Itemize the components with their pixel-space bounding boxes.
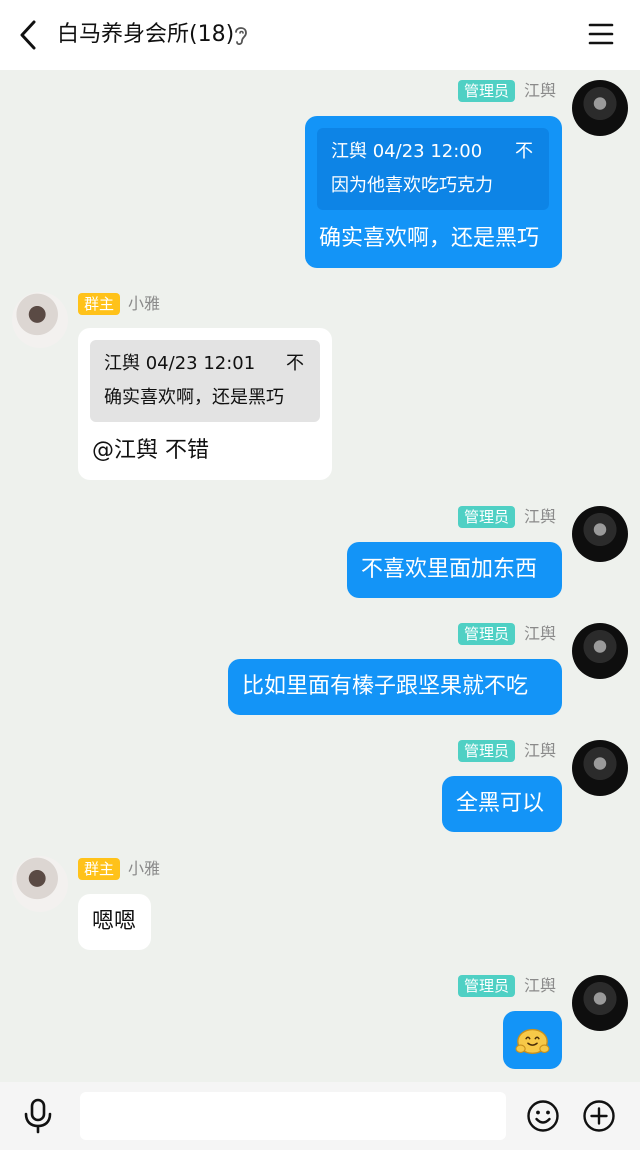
smiling-face-sticker-icon[interactable]: [514, 1024, 551, 1057]
message-bubble[interactable]: 不喜欢里面加东西: [347, 542, 562, 598]
sender-name: 江舆: [524, 976, 557, 995]
quote-text: 确实喜欢啊，还是黑巧: [104, 387, 284, 408]
message-bubble[interactable]: 江舆 04/23 12:00 不 因为他喜欢吃巧克力 确实喜欢啊，还是黑巧: [305, 116, 562, 268]
message-bubble[interactable]: [503, 1011, 562, 1069]
admin-badge: 管理员: [458, 975, 516, 997]
message-bubble[interactable]: 江舆 04/23 12:01 不 确实喜欢啊，还是黑巧 @江舆 不错: [78, 328, 332, 480]
message-text: 嗯嗯: [92, 909, 137, 934]
message-text: 不喜欢里面加东西: [361, 557, 538, 582]
group-title[interactable]: 白马养身会所(18): [57, 20, 234, 50]
admin-badge: 管理员: [458, 740, 516, 762]
message-bubble[interactable]: 嗯嗯: [78, 894, 151, 950]
chat-header: 白马养身会所(18): [0, 0, 640, 70]
quote-meta: 江舆 04/23 12:00: [331, 141, 483, 162]
message-bubble[interactable]: 全黑可以: [442, 776, 562, 832]
message-text: 确实喜欢啊，还是黑巧: [319, 226, 540, 251]
owner-badge: 群主: [78, 293, 121, 315]
admin-badge: 管理员: [458, 623, 516, 645]
sender-name: 江舆: [524, 624, 557, 643]
avatar[interactable]: [572, 740, 628, 796]
plus-circle-icon[interactable]: [582, 1099, 616, 1133]
avatar[interactable]: [12, 856, 68, 912]
sender-name: 小雅: [128, 859, 161, 878]
sender-name: 江舆: [524, 81, 557, 100]
smiley-icon[interactable]: [526, 1099, 560, 1133]
avatar[interactable]: [12, 292, 68, 348]
message-text: 比如里面有榛子跟坚果就不吃: [242, 674, 529, 699]
back-chevron-icon[interactable]: [14, 18, 44, 52]
avatar[interactable]: [572, 975, 628, 1031]
quote-indicator-icon: 不: [286, 353, 304, 374]
sender-name: 江舆: [524, 741, 557, 760]
message-bubble[interactable]: 比如里面有榛子跟坚果就不吃: [228, 659, 562, 715]
sender-name: 江舆: [524, 507, 557, 526]
input-bar: [0, 1082, 640, 1150]
owner-badge: 群主: [78, 858, 121, 880]
avatar[interactable]: [572, 506, 628, 562]
avatar[interactable]: [572, 80, 628, 136]
message-text: 全黑可以: [456, 791, 545, 816]
admin-badge: 管理员: [458, 80, 516, 102]
quoted-message[interactable]: 江舆 04/23 12:00 不 因为他喜欢吃巧克力: [317, 128, 549, 210]
quote-indicator-icon: 不: [515, 141, 533, 162]
quote-meta: 江舆 04/23 12:01: [104, 353, 256, 374]
microphone-icon[interactable]: [22, 1098, 54, 1134]
quoted-message[interactable]: 江舆 04/23 12:01 不 确实喜欢啊，还是黑巧: [90, 340, 320, 422]
message-text: @江舆 不错: [92, 438, 209, 463]
ear-icon: [235, 27, 247, 46]
quote-text: 因为他喜欢吃巧克力: [331, 175, 493, 196]
avatar[interactable]: [572, 623, 628, 679]
message-list[interactable]: 管理员 江舆 江舆 04/23 12:00 不 因为他喜欢吃巧克力 确实喜欢啊，…: [0, 70, 640, 1082]
hamburger-menu-icon[interactable]: [588, 22, 614, 46]
admin-badge: 管理员: [458, 506, 516, 528]
sender-name: 小雅: [128, 294, 161, 313]
message-input[interactable]: [80, 1092, 506, 1140]
